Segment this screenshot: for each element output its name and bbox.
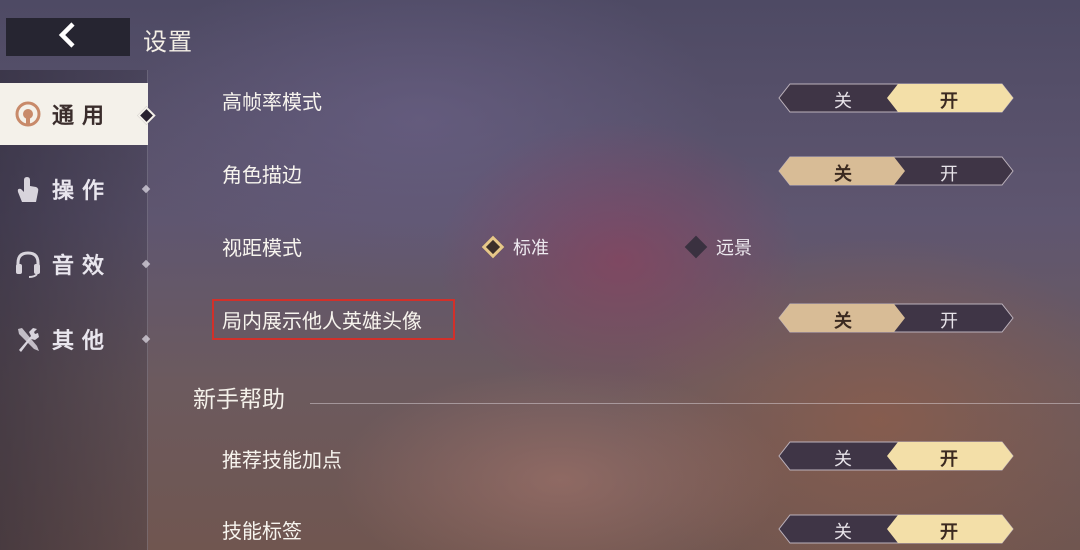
sidebar-item-general[interactable]: 通用 [0, 83, 148, 145]
section-divider [310, 403, 1080, 404]
toggle-on-option[interactable]: 开 [899, 445, 999, 471]
radio-unselected-icon [684, 235, 708, 259]
show-avatars-label: 局内展示他人英雄头像 [222, 309, 422, 333]
radio-label: 标准 [513, 238, 549, 259]
show-avatars-toggle[interactable]: 关 开 [778, 303, 1014, 333]
view-far-radio[interactable]: 远景 [684, 234, 752, 260]
back-button[interactable] [6, 18, 130, 56]
skill-tags-toggle[interactable]: 关 开 [778, 514, 1014, 544]
sidebar-item-controls[interactable]: 操作 [0, 158, 148, 220]
chevron-left-icon [56, 21, 80, 53]
sidebar-item-audio[interactable]: 音效 [0, 233, 148, 295]
page-title: 设置 [143, 28, 193, 56]
toggle-on-option[interactable]: 开 [899, 160, 999, 186]
skill-tags-label: 技能标签 [222, 519, 302, 543]
toggle-on-option[interactable]: 开 [899, 307, 999, 333]
toggle-on-option[interactable]: 开 [899, 518, 999, 544]
general-icon [4, 100, 52, 128]
view-standard-radio[interactable]: 标准 [481, 234, 549, 260]
sidebar-item-label: 操作 [52, 179, 113, 204]
skill-points-toggle[interactable]: 关 开 [778, 441, 1014, 471]
outline-label: 角色描边 [222, 163, 302, 187]
skill-points-label: 推荐技能加点 [222, 448, 342, 472]
toggle-off-option[interactable]: 关 [793, 445, 893, 471]
toggle-off-option[interactable]: 关 [793, 87, 893, 113]
sidebar-item-label: 通用 [52, 104, 113, 129]
section-title: 新手帮助 [193, 387, 285, 413]
tools-icon [4, 324, 52, 354]
toggle-off-option[interactable]: 关 [793, 160, 893, 186]
top-bar: 设置 [0, 0, 1080, 70]
outline-toggle[interactable]: 关 开 [778, 156, 1014, 186]
sidebar-item-label: 其他 [52, 329, 113, 354]
high-fps-label: 高帧率模式 [222, 90, 322, 114]
toggle-on-option[interactable]: 开 [899, 87, 999, 113]
sidebar-item-label: 音效 [52, 254, 113, 279]
radio-selected-icon [481, 235, 505, 259]
sidebar-item-other[interactable]: 其他 [0, 308, 148, 370]
high-fps-toggle[interactable]: 关 开 [778, 83, 1014, 113]
toggle-off-option[interactable]: 关 [793, 518, 893, 544]
headset-icon [4, 249, 52, 279]
hand-icon [4, 174, 52, 204]
radio-label: 远景 [716, 238, 752, 259]
toggle-off-option[interactable]: 关 [793, 307, 893, 333]
view-distance-label: 视距模式 [222, 236, 302, 260]
